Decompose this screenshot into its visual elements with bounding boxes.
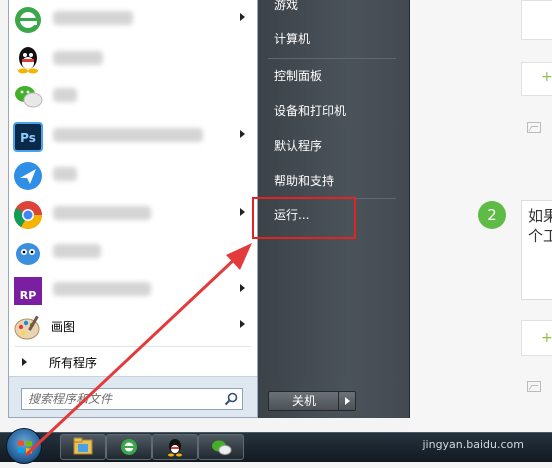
annotation-arrow	[24, 243, 252, 457]
